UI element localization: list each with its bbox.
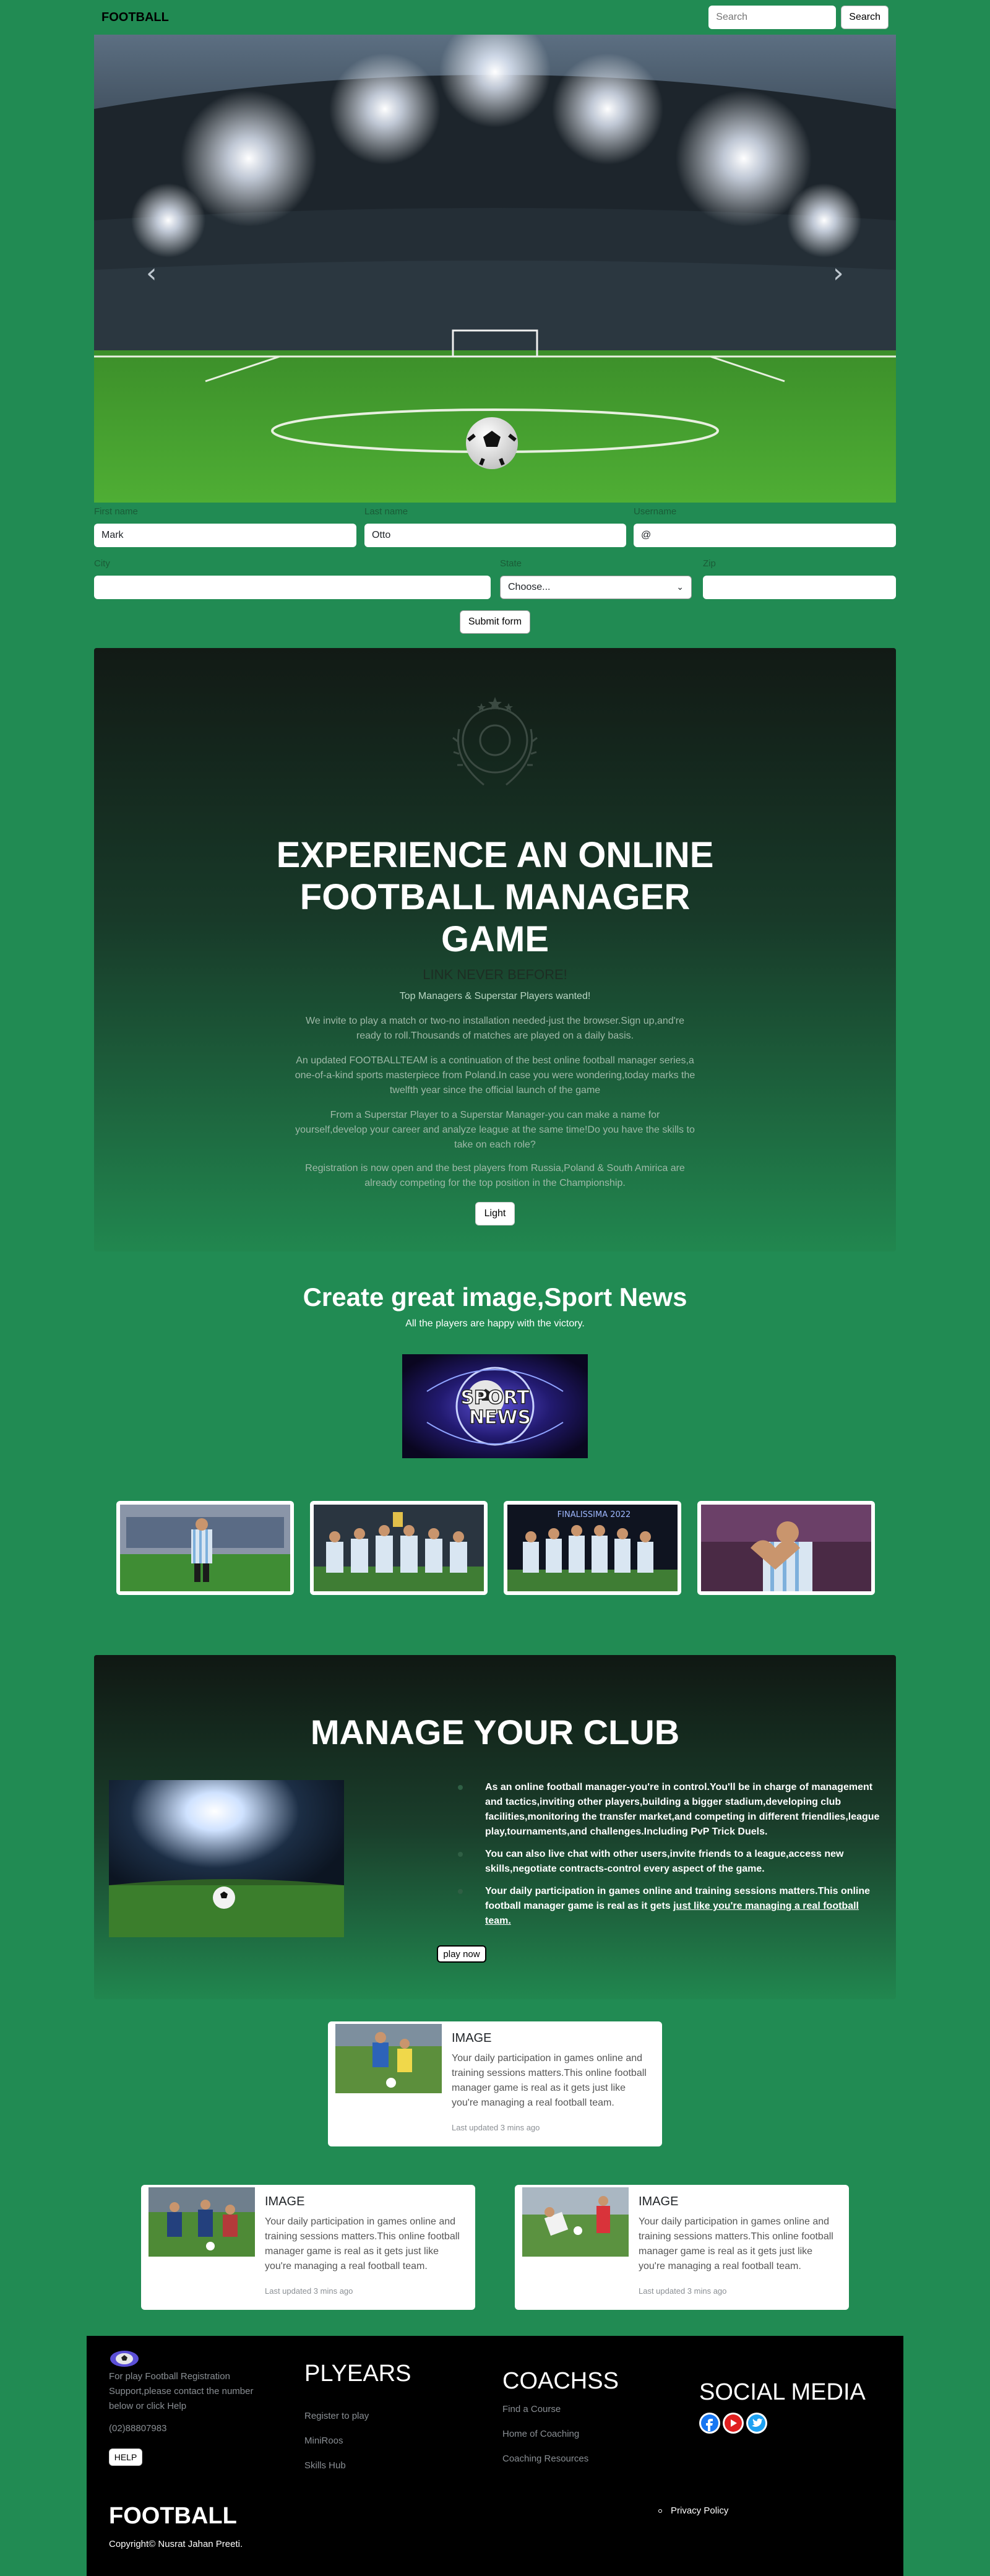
news-thumbnail-2[interactable] [310, 1501, 488, 1595]
privacy-bullet [658, 2509, 662, 2513]
players-link-miniroos[interactable]: MiniRoos [304, 2436, 343, 2446]
card-3-title: IMAGE [639, 2195, 679, 2208]
team-trophy-image [314, 1505, 484, 1591]
news-subtitle: All the players are happy with the victo… [405, 1318, 585, 1329]
stadium-image [94, 35, 896, 503]
username-label: Username [634, 506, 677, 517]
footer-support-text: For play Football Registration Support,p… [109, 2371, 254, 2411]
experience-title: EXPERIENCE AN ONLINE FOOTBALL MANAGER GA… [276, 835, 714, 959]
experience-paragraph-1: We invite to play a match or two-no inst… [306, 1016, 684, 1041]
search-form: Search [708, 6, 889, 29]
search-input[interactable] [708, 6, 837, 29]
coach-link-find-course[interactable]: Find a Course [502, 2404, 561, 2414]
state-select[interactable]: Choose... ⌄ [500, 576, 692, 599]
card-3[interactable]: IMAGE Your daily participation in games … [515, 2185, 849, 2310]
players-link-register[interactable]: Register to play [304, 2411, 369, 2421]
football-crest-icon [452, 697, 538, 786]
news-thumbnail-3[interactable]: FINALISSIMA 2022 [504, 1501, 681, 1595]
experience-paragraph-4: Registration is now open and the best pl… [305, 1163, 685, 1188]
card-2-image [148, 2187, 255, 2257]
state-label: State [500, 558, 522, 569]
twitter-icon[interactable] [746, 2413, 767, 2434]
experience-paragraph-3: From a Superstar Player to a Superstar M… [295, 1110, 695, 1150]
card-2[interactable]: IMAGE Your daily participation in games … [141, 2185, 475, 2310]
zip-label: Zip [703, 558, 716, 569]
hero-carousel: ‹ › [94, 35, 896, 503]
city-input[interactable] [94, 576, 491, 599]
username-input[interactable]: @ [634, 524, 896, 547]
facebook-icon[interactable] [699, 2413, 720, 2434]
manage-bullet-list: As an online football manager-you're in … [454, 1780, 881, 1936]
players-link-skills-hub[interactable]: Skills Hub [304, 2460, 346, 2471]
card-3-image [522, 2187, 629, 2257]
svg-text:SPORT: SPORT [460, 1387, 530, 1409]
card-3-text: Your daily participation in games online… [639, 2216, 833, 2271]
card-2-title: IMAGE [265, 2195, 305, 2208]
zip-input[interactable] [703, 576, 896, 599]
news-thumbnail-1[interactable] [116, 1501, 294, 1595]
footer-copyright: Copyright© Nusrat Jahan Preeti. [109, 2539, 243, 2549]
help-button[interactable]: HELP [109, 2448, 142, 2466]
username-prefix: @ [641, 530, 652, 540]
last-name-label: Last name [364, 506, 408, 517]
players-heading: PLYEARS [304, 2361, 411, 2387]
finalissima-team-image: FINALISSIMA 2022 [507, 1505, 678, 1591]
youtube-icon[interactable] [723, 2413, 744, 2434]
first-name-label: First name [94, 506, 138, 517]
privacy-policy-link[interactable]: Privacy Policy [671, 2505, 728, 2516]
football-logo-icon [110, 2351, 139, 2367]
news-thumbnail-4[interactable] [697, 1501, 875, 1595]
card-1-image [335, 2024, 442, 2093]
experience-subtitle: LINK NEVER BEFORE! [423, 967, 567, 982]
card-1-text: Your daily participation in games online… [452, 2053, 647, 2108]
search-button[interactable]: Search [841, 6, 889, 29]
card-1-title: IMAGE [452, 2031, 492, 2045]
last-name-input[interactable]: Otto [364, 524, 626, 547]
card-2-meta: Last updated 3 mins ago [265, 2286, 353, 2296]
carousel-next-icon[interactable]: › [833, 257, 844, 289]
player-celebration-image [120, 1505, 290, 1591]
svg-text:NEWS: NEWS [469, 1407, 531, 1428]
navbar: FOOTBALL Search [94, 0, 896, 35]
experience-tagline: Top Managers & Superstar Players wanted! [399, 991, 591, 1001]
manage-bullet-1: As an online football manager-you're in … [454, 1780, 881, 1839]
navbar-brand[interactable]: FOOTBALL [101, 11, 169, 25]
card-2-text: Your daily participation in games online… [265, 2216, 460, 2271]
manage-bullet-2: You can also live chat with other users,… [454, 1847, 881, 1877]
player-heart-image [701, 1505, 871, 1591]
submit-form-button[interactable]: Submit form [460, 610, 530, 634]
card-3-meta: Last updated 3 mins ago [639, 2286, 727, 2296]
card-1[interactable]: IMAGE Your daily participation in games … [328, 2021, 662, 2146]
chevron-down-icon: ⌄ [676, 582, 684, 592]
manage-title: MANAGE YOUR CLUB [310, 1713, 680, 1752]
stadium-night-image [109, 1780, 344, 1937]
experience-paragraph-2: An updated FOOTBALLTEAM is a continuatio… [295, 1055, 695, 1096]
news-title: Create great image,Sport News [303, 1282, 687, 1312]
footer-brand: FOOTBALL [109, 2503, 237, 2529]
card-1-meta: Last updated 3 mins ago [452, 2123, 540, 2132]
light-button[interactable]: Light [475, 1202, 515, 1225]
carousel-prev-icon[interactable]: ‹ [146, 257, 157, 289]
manage-bullet-3: Your daily participation in games online… [454, 1884, 881, 1929]
first-name-input[interactable]: Mark [94, 524, 356, 547]
sport-news-logo: SPORT NEWS [402, 1354, 588, 1458]
finalissima-banner: FINALISSIMA 2022 [557, 1510, 631, 1519]
play-now-button[interactable]: play now [437, 1945, 486, 1963]
coach-link-home[interactable]: Home of Coaching [502, 2429, 579, 2439]
city-label: City [94, 558, 110, 569]
footer-phone: (02)88807983 [109, 2423, 167, 2434]
coaches-heading: COACHSS [502, 2368, 619, 2394]
social-media-heading: SOCIAL MEDIA [699, 2379, 866, 2405]
coach-link-resources[interactable]: Coaching Resources [502, 2453, 588, 2464]
